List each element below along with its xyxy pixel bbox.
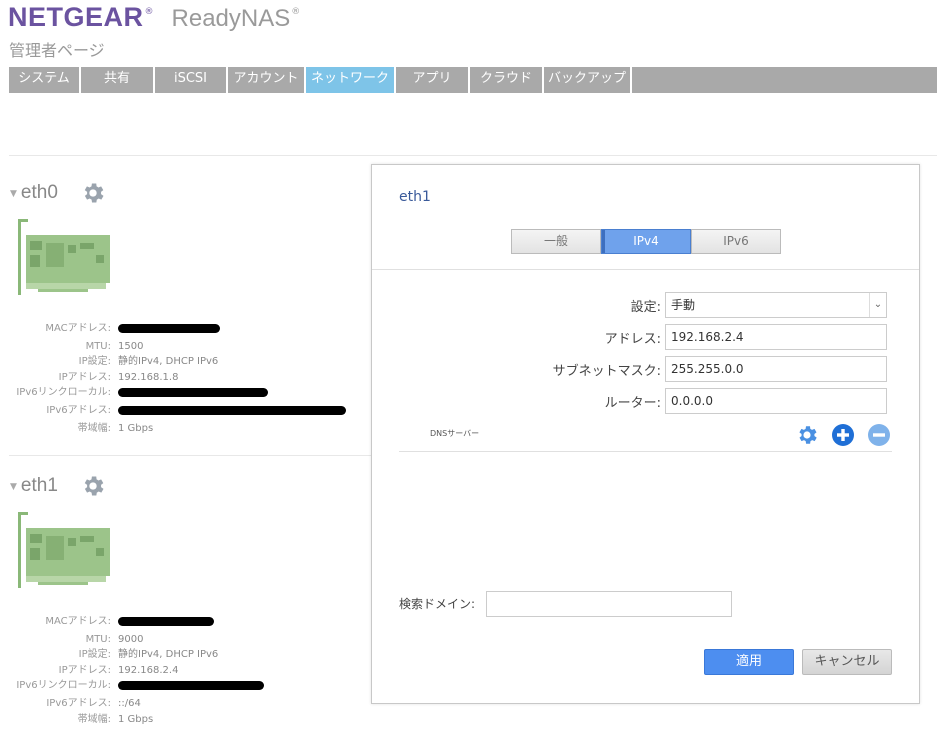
- brand-name: NETGEAR: [8, 2, 144, 32]
- redacted-value: [118, 388, 268, 398]
- ip-config-label: IP設定:: [78, 649, 111, 661]
- tab-apps[interactable]: アプリ: [396, 67, 470, 93]
- ip-address-label: IPアドレス:: [58, 664, 111, 676]
- bandwidth-label: 帯域幅:: [77, 422, 111, 434]
- dns-server-label: DNSサーバー: [430, 429, 480, 438]
- subnet-label: サブネットマスク:: [552, 363, 661, 379]
- gear-icon[interactable]: [80, 180, 106, 206]
- address-label: アドレス:: [604, 331, 661, 347]
- setting-field: 設定: 手動 ⌄: [399, 292, 887, 318]
- minus-circle-icon[interactable]: [867, 423, 891, 447]
- segment-general[interactable]: 一般: [511, 229, 601, 254]
- interface-name: eth1: [20, 475, 58, 496]
- tab-system[interactable]: システム: [9, 67, 81, 93]
- bandwidth-label: 帯域幅:: [77, 713, 111, 725]
- ip-config-label: IP設定:: [78, 356, 111, 368]
- router-field: ルーター: 0.0.0.0: [399, 388, 887, 414]
- mtu-value: 1500: [118, 340, 144, 352]
- redacted-value: [118, 681, 264, 691]
- address-input[interactable]: 192.168.2.4: [665, 324, 887, 350]
- ipv6-link-local-label: IPv6リンクローカル:: [16, 680, 111, 692]
- gear-icon[interactable]: [80, 473, 106, 499]
- subnet-field: サブネットマスク: 255.255.0.0: [399, 356, 887, 382]
- mtu-label: MTU:: [85, 633, 111, 645]
- interface-divider: [9, 455, 371, 456]
- mac-label: MACアドレス:: [45, 616, 111, 627]
- brand-registered-mark: ®: [144, 7, 154, 17]
- ip-address-value: 192.168.2.4: [118, 664, 179, 676]
- collapse-caret-icon[interactable]: ▼: [10, 189, 17, 199]
- tab-backup[interactable]: バックアップ: [544, 67, 632, 93]
- interface-properties: MACアドレス: MTU: 9000 IP設定: 静的IPv4, DHCP IPv6…: [10, 614, 370, 727]
- setting-select[interactable]: 手動 ⌄: [665, 292, 887, 318]
- router-input[interactable]: 0.0.0.0: [665, 388, 887, 414]
- redacted-value: [118, 405, 346, 415]
- mtu-value: 9000: [118, 633, 144, 645]
- page-subtitle: 管理者ページ: [9, 41, 105, 60]
- ip-address-label: IPアドレス:: [58, 371, 111, 383]
- chevron-down-icon: ⌄: [869, 293, 886, 317]
- interface-eth1: ▼ eth1 MACアドレス: MTU: 9000 IP設定: 静的IPv4, DH…: [10, 472, 370, 725]
- tab-iscsi[interactable]: iSCSI: [155, 67, 228, 93]
- bandwidth-value: 1 Gbps: [118, 713, 154, 725]
- collapse-caret-icon[interactable]: ▼: [10, 482, 17, 492]
- panel-title: eth1: [399, 189, 431, 205]
- settings-segmented-control: 一般 IPv4 IPv6: [511, 229, 781, 254]
- tab-accounts[interactable]: アカウント: [228, 67, 306, 93]
- ipv6-address-value: ::/64: [118, 697, 141, 709]
- tab-network[interactable]: ネットワーク: [306, 67, 396, 93]
- apply-button[interactable]: 適用: [704, 649, 794, 675]
- router-label: ルーター:: [604, 395, 661, 411]
- gear-icon[interactable]: [795, 423, 819, 447]
- main-tab-bar: システム 共有 iSCSI アカウント ネットワーク アプリ クラウド バックア…: [9, 67, 937, 93]
- panel-divider: [372, 269, 919, 270]
- interface-properties: MACアドレス: MTU: 1500 IP設定: 静的IPv4, DHCP IPv6…: [10, 321, 370, 436]
- segment-ipv6[interactable]: IPv6: [691, 229, 781, 254]
- mac-label: MACアドレス:: [45, 323, 111, 334]
- ipv6-address-label: IPv6アドレス:: [46, 404, 111, 416]
- mtu-label: MTU:: [85, 340, 111, 352]
- tab-shares[interactable]: 共有: [81, 67, 155, 93]
- ip-config-value: 静的IPv4, DHCP IPv6: [118, 356, 219, 368]
- content-divider: [9, 155, 937, 156]
- product-name: ReadyNAS: [171, 5, 291, 32]
- network-card-icon: [18, 512, 110, 588]
- interface-name: eth0: [20, 182, 58, 203]
- ipv6-link-local-label: IPv6リンクローカル:: [16, 387, 111, 399]
- search-domain-input[interactable]: [486, 591, 732, 617]
- redacted-value: [118, 617, 214, 626]
- redacted-value: [118, 324, 220, 333]
- dns-divider: [399, 451, 892, 452]
- subnet-input[interactable]: 255.255.0.0: [665, 356, 887, 382]
- address-field: アドレス: 192.168.2.4: [399, 324, 887, 350]
- bandwidth-value: 1 Gbps: [118, 422, 154, 434]
- interface-settings-panel: eth1 一般 IPv4 IPv6 設定: 手動 ⌄ アドレス: 192.168…: [371, 164, 920, 704]
- dns-actions: [795, 423, 903, 447]
- setting-select-value: 手動: [671, 298, 696, 312]
- interface-eth0: ▼ eth0 MACアドレス: MTU: 1500 IP設定: 静的IPv4, DH…: [10, 179, 370, 434]
- search-domain-label: 検索ドメイン:: [399, 597, 476, 611]
- segment-ipv4[interactable]: IPv4: [601, 229, 691, 254]
- ip-address-value: 192.168.1.8: [118, 371, 179, 383]
- tab-cloud[interactable]: クラウド: [470, 67, 544, 93]
- ip-config-value: 静的IPv4, DHCP IPv6: [118, 649, 219, 661]
- setting-label: 設定:: [630, 299, 661, 315]
- cancel-button[interactable]: キャンセル: [802, 649, 892, 675]
- product-registered-mark: ®: [291, 7, 301, 17]
- brand-logo: NETGEAR ® ReadyNAS ®: [8, 2, 300, 33]
- network-card-icon: [18, 219, 110, 295]
- plus-circle-icon[interactable]: [831, 423, 855, 447]
- ipv6-address-label: IPv6アドレス:: [46, 697, 111, 709]
